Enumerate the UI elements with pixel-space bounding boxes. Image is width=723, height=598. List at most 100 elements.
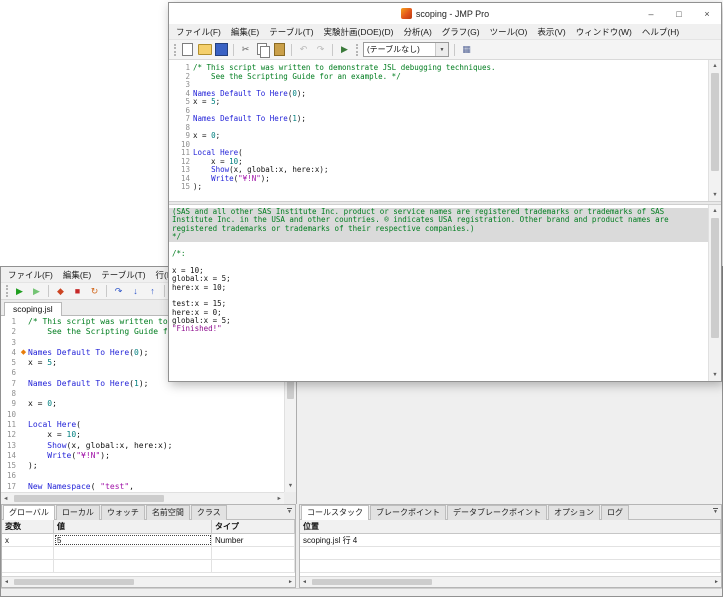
code-line: 9x = 0; bbox=[1, 399, 284, 409]
scrollbar-thumb[interactable] bbox=[14, 579, 134, 585]
panel-tab[interactable]: ローカル bbox=[56, 505, 100, 520]
line-number: 6 bbox=[1, 368, 19, 378]
column-header[interactable]: タイプ bbox=[212, 520, 295, 533]
scroll-up-icon[interactable]: ▲ bbox=[709, 60, 721, 72]
scrollbar-thumb[interactable] bbox=[711, 73, 719, 171]
breakpoint-marker-icon[interactable]: ◆ bbox=[19, 348, 28, 358]
panel-tab[interactable]: 名前空間 bbox=[146, 505, 190, 520]
code-text: Write("¥!N"); bbox=[193, 175, 270, 184]
script-editor[interactable]: 1/* This script was written to demonstra… bbox=[169, 60, 721, 201]
cut-icon[interactable]: ✂ bbox=[238, 42, 253, 57]
menu-item[interactable]: テーブル(T) bbox=[96, 267, 150, 283]
panel-tab[interactable]: クラス bbox=[191, 505, 227, 520]
table-row[interactable] bbox=[2, 547, 295, 560]
table-row[interactable]: x5Number bbox=[2, 534, 295, 547]
step-over-icon[interactable]: ↷ bbox=[111, 284, 126, 299]
toolbar-separator bbox=[332, 44, 333, 56]
panel-horizontal-scrollbar[interactable]: ◄► bbox=[2, 576, 295, 587]
code-text: See the Scripting Guide for an example. … bbox=[193, 73, 401, 82]
panel-tab[interactable]: ウォッチ bbox=[101, 505, 145, 520]
menu-item[interactable]: グラフ(G) bbox=[437, 24, 485, 40]
scrollbar-thumb[interactable] bbox=[312, 579, 432, 585]
scrollbar-thumb[interactable] bbox=[711, 218, 719, 338]
menu-item[interactable]: テーブル(T) bbox=[264, 24, 318, 40]
column-header[interactable]: 変数 bbox=[2, 520, 54, 533]
scroll-up-icon[interactable]: ▲ bbox=[709, 205, 721, 217]
debugger-horizontal-scrollbar[interactable]: ◄ ► bbox=[1, 492, 284, 504]
step-into-icon[interactable]: ↓ bbox=[128, 284, 143, 299]
step-out-icon[interactable]: ↑ bbox=[145, 284, 160, 299]
panel-collapse-icon[interactable]: ▼ bbox=[713, 508, 718, 515]
column-header[interactable]: 位置 bbox=[300, 520, 721, 533]
minimize-button[interactable]: – bbox=[637, 3, 665, 24]
menu-item[interactable]: ファイル(F) bbox=[3, 267, 58, 283]
panel-tab[interactable]: グローバル bbox=[3, 505, 55, 520]
run-script-icon[interactable]: ▶ bbox=[337, 42, 352, 57]
scroll-left-icon[interactable]: ◄ bbox=[3, 493, 8, 505]
toolbar-grip bbox=[174, 44, 176, 56]
log-pane[interactable]: (SAS and all other SAS Institute Inc. pr… bbox=[169, 205, 721, 381]
window-icon[interactable]: ▦ bbox=[459, 42, 474, 57]
restart-icon[interactable]: ↻ bbox=[87, 284, 102, 299]
editor-vertical-scrollbar[interactable]: ▲ ▼ bbox=[708, 60, 721, 201]
panel-tab[interactable]: データブレークポイント bbox=[447, 505, 547, 520]
panel-collapse-icon[interactable]: ▼ bbox=[287, 508, 292, 515]
menu-item[interactable]: 分析(A) bbox=[398, 24, 436, 40]
window-controls: – □ × bbox=[637, 3, 721, 24]
log-line: "Finished!" bbox=[169, 325, 708, 333]
code-text: Write("¥!N"); bbox=[28, 451, 110, 461]
log-line: /*: bbox=[169, 250, 708, 258]
table-selector-value: (テーブルなし) bbox=[364, 44, 435, 55]
dropdown-arrow-icon[interactable]: ▼ bbox=[435, 43, 448, 56]
menu-item[interactable]: 編集(E) bbox=[226, 24, 264, 40]
code-line: 11Local Here( bbox=[169, 149, 708, 158]
panel-horizontal-scrollbar[interactable]: ◄► bbox=[300, 576, 721, 587]
menu-item[interactable]: ファイル(F) bbox=[171, 24, 226, 40]
run-to-cursor-icon[interactable]: ▶ bbox=[29, 284, 44, 299]
line-number: 15 bbox=[169, 183, 193, 192]
column-header[interactable]: 値 bbox=[54, 520, 212, 533]
panel-tab[interactable]: コールスタック bbox=[301, 505, 369, 520]
stop-icon[interactable]: ■ bbox=[70, 284, 85, 299]
breakpoint-gutter bbox=[19, 379, 28, 389]
table-selector-combo[interactable]: (テーブルなし)▼ bbox=[363, 42, 449, 57]
breakpoint-gutter bbox=[19, 368, 28, 378]
scroll-right-icon[interactable]: ► bbox=[714, 579, 719, 585]
copy-icon[interactable] bbox=[255, 42, 270, 57]
run-icon[interactable]: ▶ bbox=[12, 284, 27, 299]
new-script-icon[interactable] bbox=[180, 42, 195, 57]
menu-item[interactable]: ヘルプ(H) bbox=[637, 24, 684, 40]
menu-item[interactable]: 編集(E) bbox=[58, 267, 96, 283]
open-icon[interactable] bbox=[197, 42, 212, 57]
scroll-right-icon[interactable]: ► bbox=[277, 493, 282, 505]
breakpoints-icon[interactable]: ◆ bbox=[53, 284, 68, 299]
log-vertical-scrollbar[interactable]: ▲ ▼ bbox=[708, 205, 721, 381]
save-icon[interactable] bbox=[214, 42, 229, 57]
scroll-right-icon[interactable]: ► bbox=[288, 579, 293, 585]
scrollbar-thumb[interactable] bbox=[14, 495, 164, 502]
tab-scoping-jsl[interactable]: scoping.jsl bbox=[4, 302, 62, 316]
scroll-left-icon[interactable]: ◄ bbox=[302, 579, 307, 585]
code-line: 10 bbox=[169, 141, 708, 150]
table-row[interactable] bbox=[300, 560, 721, 573]
redo-icon[interactable]: ↷ bbox=[313, 42, 328, 57]
close-button[interactable]: × bbox=[693, 3, 721, 24]
scroll-down-icon[interactable]: ▼ bbox=[709, 189, 721, 201]
menu-item[interactable]: ウィンドウ(W) bbox=[571, 24, 637, 40]
scroll-down-icon[interactable]: ▼ bbox=[709, 369, 721, 381]
panel-tab[interactable]: オプション bbox=[548, 505, 600, 520]
table-row[interactable] bbox=[2, 560, 295, 573]
scroll-left-icon[interactable]: ◄ bbox=[4, 579, 9, 585]
menu-item[interactable]: 表示(V) bbox=[532, 24, 570, 40]
menu-item[interactable]: 実験計画(DOE)(D) bbox=[319, 24, 399, 40]
table-row[interactable]: scoping.jsl 行 4 bbox=[300, 534, 721, 547]
table-row[interactable] bbox=[300, 547, 721, 560]
menu-item[interactable]: ツール(O) bbox=[485, 24, 533, 40]
paste-icon[interactable] bbox=[272, 42, 287, 57]
panel-tab[interactable]: ブレークポイント bbox=[370, 505, 446, 520]
undo-icon[interactable]: ↶ bbox=[296, 42, 311, 57]
panel-tab[interactable]: ログ bbox=[601, 505, 629, 520]
titlebar[interactable]: scoping - JMP Pro – □ × bbox=[169, 3, 721, 24]
scroll-down-icon[interactable]: ▼ bbox=[285, 480, 296, 492]
maximize-button[interactable]: □ bbox=[665, 3, 693, 24]
